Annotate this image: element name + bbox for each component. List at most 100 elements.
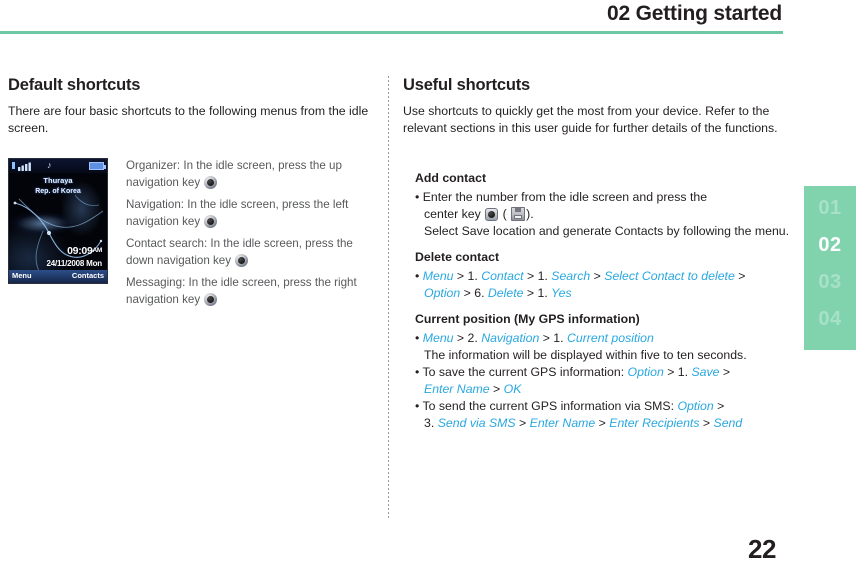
phone-idle-screen-image: ♪ Thuraya Rep. of Korea 09:09AM 24/11/20…: [8, 158, 108, 284]
add-contact-center-key-text: center key: [424, 207, 485, 221]
chapter-tab-item-03[interactable]: 03: [804, 271, 856, 294]
menu-path-token: Enter Name: [424, 382, 490, 396]
navigation-key-icon: [204, 292, 218, 306]
current-position-step-1: • Menu > 2. Navigation > 1. Current posi…: [415, 330, 793, 347]
bullet: •: [415, 365, 423, 379]
menu-path-token: Search: [551, 269, 591, 283]
plain-text-token: To send the current GPS information via …: [422, 399, 678, 413]
plain-text-token: >: [713, 399, 725, 413]
navigation-key-icon: [204, 175, 218, 189]
music-note-icon: ♪: [47, 160, 52, 170]
plain-text-token: >: [515, 416, 530, 430]
menu-path-token: Menu: [422, 331, 454, 345]
default-shortcuts-title: Default shortcuts: [8, 76, 141, 94]
save-icon: [511, 207, 526, 221]
page-title: 02 Getting started: [607, 2, 782, 25]
plain-text-token: >: [595, 416, 610, 430]
menu-path-token: Option: [677, 399, 714, 413]
add-contact-step-2: Select Save location and generate Contac…: [424, 224, 790, 238]
delete-contact-step-1: • Menu > 1. Contact > 1. Search > Select…: [415, 268, 793, 285]
menu-path-token: Current position: [566, 331, 654, 345]
menu-path-token: Yes: [551, 286, 572, 300]
phone-operator-name: Thuraya: [43, 176, 73, 185]
phone-softkey-menu[interactable]: Menu: [12, 271, 32, 280]
current-position-path-line-1: Menu > 2. Navigation > 1. Current positi…: [423, 331, 654, 345]
current-position-save-path-line-1: To save the current GPS information: Opt…: [423, 365, 731, 379]
center-key-icon: [485, 208, 499, 221]
useful-shortcuts-title: Useful shortcuts: [403, 76, 530, 94]
chapter-tab-item-04[interactable]: 04: [804, 308, 856, 331]
shortcut-item-organizer-text: Organizer: In the idle screen, press the…: [126, 159, 342, 189]
current-position-send-step: • To send the current GPS information vi…: [415, 398, 793, 415]
menu-path-token: Contact: [481, 269, 524, 283]
plain-text-token: > 1.: [453, 269, 482, 283]
shortcut-item-organizer: Organizer: In the idle screen, press the…: [126, 158, 370, 191]
chapter-tab-item-02[interactable]: 02: [804, 234, 856, 257]
default-shortcuts-intro: There are four basic shortcuts to the fo…: [8, 104, 369, 135]
phone-clock-ampm: AM: [92, 247, 102, 254]
add-contact-paren-open: (: [499, 207, 511, 221]
shortcut-item-navigation-text: Navigation: In the idle screen, press th…: [126, 198, 349, 228]
add-contact-paren-close: ).: [526, 207, 534, 221]
delete-contact-path-line-1: Menu > 1. Contact > 1. Search > Select C…: [423, 269, 746, 283]
navigation-key-icon: [235, 253, 249, 267]
delete-contact-step-1-cont: Option > 6. Delete > 1. Yes: [415, 285, 793, 302]
signal-strength-icon: [12, 162, 31, 171]
right-column: Useful shortcuts Use shortcuts to quickl…: [403, 76, 793, 432]
chapter-tab-item-01[interactable]: 01: [804, 197, 856, 220]
menu-path-token: Navigation: [481, 331, 540, 345]
add-contact-step-1-cont: center key ( ).: [415, 206, 793, 223]
shortcut-item-messaging-text: Messaging: In the idle screen, press the…: [126, 276, 357, 306]
add-contact-step-1: • Enter the number from the idle screen …: [415, 190, 708, 204]
plain-text-token: > 6.: [460, 286, 488, 300]
plain-text-token: > 1.: [523, 286, 552, 300]
phone-status-bar: ♪: [9, 159, 107, 173]
menu-path-token: OK: [503, 382, 522, 396]
current-position-send-path-line-2: 3. Send via SMS > Enter Name > Enter Rec…: [424, 416, 742, 430]
shortcut-item-messaging: Messaging: In the idle screen, press the…: [126, 275, 370, 308]
current-position-send-path-line-1: To send the current GPS information via …: [423, 399, 725, 413]
phone-operator-label: Thuraya Rep. of Korea: [9, 176, 107, 196]
current-position-save-step-cont: Enter Name > OK: [415, 381, 793, 398]
plain-text-token: > 1.: [523, 269, 552, 283]
add-contact-heading: Add contact: [415, 171, 487, 185]
menu-path-token: Select Contact to delete: [604, 269, 735, 283]
phone-softkey-contacts[interactable]: Contacts: [72, 271, 104, 280]
page-number: 22: [748, 534, 776, 564]
menu-path-token: Enter Recipients: [609, 416, 700, 430]
column-divider: [388, 76, 389, 518]
plain-text-token: 3.: [424, 416, 438, 430]
battery-icon: [89, 162, 106, 170]
phone-date: 24/11/2008 Mon: [46, 259, 103, 268]
plain-text-token: >: [590, 269, 605, 283]
phone-clock: 09:09AM: [67, 245, 102, 257]
plain-text-token: > 1.: [539, 331, 567, 345]
phone-softkey-bar: Menu Contacts: [9, 270, 107, 283]
chapter-tab: 01 02 03 04: [804, 186, 856, 350]
phone-clock-time: 09:09: [67, 245, 93, 257]
current-position-save-step: • To save the current GPS information: O…: [415, 364, 793, 381]
menu-path-token: Enter Name: [529, 416, 596, 430]
delete-contact-heading: Delete contact: [415, 250, 500, 264]
menu-path-token: Send via SMS: [437, 416, 516, 430]
plain-text-token: > 1.: [663, 365, 692, 379]
current-position-send-step-cont: 3. Send via SMS > Enter Name > Enter Rec…: [415, 415, 793, 432]
bullet: •: [415, 331, 423, 345]
menu-path-token: Send: [713, 416, 743, 430]
navigation-key-icon: [204, 214, 218, 228]
default-shortcuts-block: ♪ Thuraya Rep. of Korea 09:09AM 24/11/20…: [8, 158, 370, 308]
current-position-note: The information will be displayed within…: [424, 348, 747, 362]
menu-path-token: Save: [691, 365, 720, 379]
bullet: •: [415, 399, 423, 413]
bullet: •: [415, 269, 423, 283]
phone-operator-region: Rep. of Korea: [35, 187, 81, 195]
plain-text-token: > 2.: [453, 331, 482, 345]
shortcut-item-contact-search: Contact search: In the idle screen, pres…: [126, 236, 370, 269]
current-position-save-path-line-2: Enter Name > OK: [424, 382, 521, 396]
shortcut-list: Organizer: In the idle screen, press the…: [126, 158, 370, 308]
current-position-heading: Current position (My GPS information): [415, 312, 640, 326]
shortcut-item-navigation: Navigation: In the idle screen, press th…: [126, 197, 370, 230]
menu-path-token: Option: [424, 286, 461, 300]
plain-text-token: >: [489, 382, 504, 396]
header-rule: [0, 31, 783, 34]
